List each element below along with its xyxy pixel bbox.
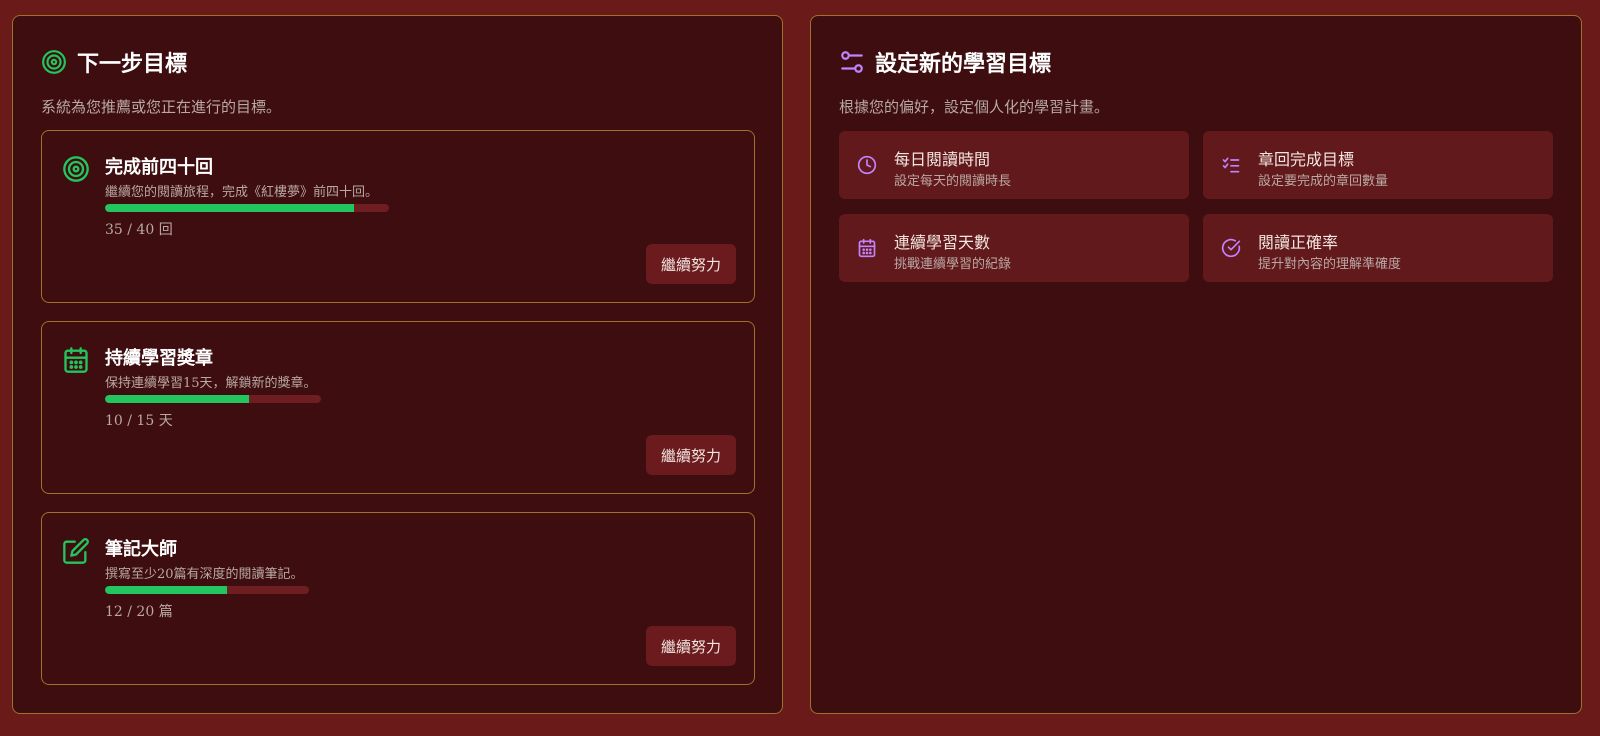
sliders-icon [839,49,865,75]
option-daily-reading-time[interactable]: 每日閱讀時間 設定每天的閱讀時長 [839,131,1189,199]
next-goals-subtitle: 系統為您推薦或您正在進行的目標。 [41,98,282,116]
check-circle-icon [1221,238,1241,258]
next-goals-panel: 下一步目標 系統為您推薦或您正在進行的目標。 完成前四十回 繼續您的閱讀旅程，完… [12,15,783,714]
goal-progress-fill [105,204,354,212]
option-title: 章回完成目標 [1258,150,1355,169]
clock-icon [857,155,877,175]
new-goal-panel: 設定新的學習目標 根據您的偏好，設定個人化的學習計畫。 每日閱讀時間 設定每天的… [810,15,1582,714]
list-check-icon [1221,155,1241,175]
goal-description: 繼續您的閱讀旅程，完成《紅樓夢》前四十回。 [105,185,379,200]
continue-button[interactable]: 繼續努力 [645,626,736,666]
goal-description: 保持連續學習15天，解鎖新的獎章。 [105,376,317,391]
option-chapter-goal[interactable]: 章回完成目標 設定要完成的章回數量 [1203,131,1553,199]
option-description: 設定要完成的章回數量 [1258,174,1389,189]
goal-progress-text: 10 / 15 天 [105,413,173,429]
new-goal-header: 設定新的學習目標 [839,46,1051,78]
goal-card-note-master: 筆記大師 撰寫至少20篇有深度的閱讀筆記。 12 / 20 篇 繼續努力 [41,512,755,685]
goal-progress-fill [105,395,249,403]
goal-progress-bar [105,586,309,594]
next-goals-title: 下一步目標 [77,51,188,77]
goal-progress-bar [105,395,321,403]
goal-card-first-forty: 完成前四十回 繼續您的閱讀旅程，完成《紅樓夢》前四十回。 35 / 40 回 繼… [41,130,755,303]
new-goal-subtitle: 根據您的偏好，設定個人化的學習計畫。 [839,98,1110,116]
continue-button[interactable]: 繼續努力 [645,435,736,475]
option-streak-days[interactable]: 連續學習天數 挑戰連續學習的紀錄 [839,214,1189,282]
option-title: 連續學習天數 [894,233,991,252]
goal-progress-text: 35 / 40 回 [105,222,173,238]
option-title: 每日閱讀時間 [894,150,991,169]
goal-title: 筆記大師 [105,539,177,560]
goal-progress-text: 12 / 20 篇 [105,604,173,620]
next-goals-header: 下一步目標 [41,46,187,78]
continue-button[interactable]: 繼續努力 [645,244,736,284]
target-icon [62,155,90,183]
target-icon [41,49,67,75]
calendar-icon [62,346,90,374]
new-goal-title: 設定新的學習目標 [875,51,1052,77]
option-title: 閱讀正確率 [1258,233,1339,252]
goal-progress-bar [105,204,389,212]
option-description: 設定每天的閱讀時長 [894,174,1012,189]
goal-title: 完成前四十回 [105,157,213,178]
goal-description: 撰寫至少20篇有深度的閱讀筆記。 [105,567,304,582]
goal-title: 持續學習獎章 [105,348,213,369]
option-description: 挑戰連續學習的紀錄 [894,257,1012,272]
calendar-icon [857,238,877,258]
goal-card-streak-badge: 持續學習獎章 保持連續學習15天，解鎖新的獎章。 10 / 15 天 繼續努力 [41,321,755,494]
option-description: 提升對內容的理解準確度 [1258,257,1402,272]
option-accuracy[interactable]: 閱讀正確率 提升對內容的理解準確度 [1203,214,1553,282]
goal-progress-fill [105,586,228,594]
edit-icon [62,537,90,565]
